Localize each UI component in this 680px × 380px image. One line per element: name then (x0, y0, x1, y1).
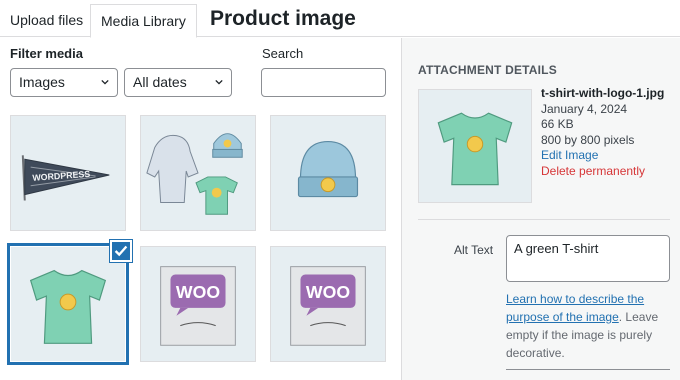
alt-text-field[interactable]: A green T-shirt (506, 235, 670, 282)
attachment-details-heading: ATTACHMENT DETAILS (418, 63, 557, 77)
attachment-filename: t-shirt-with-logo-1.jpg (541, 86, 665, 100)
media-item-t-shirt[interactable] (7, 243, 129, 365)
media-item-wordpress-pennant[interactable]: WORDPRESS (10, 115, 126, 231)
woo-single-image: WOO (160, 266, 236, 346)
attachment-thumbnail (418, 89, 532, 203)
attachment-date: January 4, 2024 (541, 101, 628, 116)
tab-media-library[interactable]: Media Library (90, 4, 197, 38)
media-type-select[interactable]: Images (10, 68, 118, 97)
next-field-edge (506, 369, 670, 370)
alt-text-label: Alt Text (454, 243, 494, 257)
media-date-select[interactable]: All dates (124, 68, 232, 97)
delete-permanently-link[interactable]: Delete permanently (541, 164, 664, 180)
t-shirt-image (29, 269, 107, 344)
media-browser: Filter media Search Images All dates WOR… (0, 38, 400, 380)
beanie-image (297, 140, 359, 198)
media-date-value: All dates (133, 74, 187, 90)
media-type-value: Images (19, 74, 65, 90)
attachment-dimensions: 800 by 800 pixels (541, 132, 635, 147)
svg-text:WOO: WOO (306, 282, 350, 302)
pennant-image: WORDPRESS (21, 155, 110, 201)
media-item-woo-single[interactable]: WOO (140, 246, 256, 362)
divider (418, 219, 670, 220)
attachment-details-panel: ATTACHMENT DETAILS t-shirt-with-logo-1.j… (401, 38, 680, 380)
hoodie-set-image (146, 133, 243, 215)
search-input[interactable] (261, 68, 386, 97)
woo-album-image: WOO (290, 266, 366, 346)
t-shirt-preview-image (437, 112, 513, 186)
media-item-hoodie-beanie-tshirt[interactable] (140, 115, 256, 231)
media-modal-header: Upload files Media Library Product image (0, 0, 680, 38)
media-item-woo-album[interactable]: WOO (270, 246, 386, 362)
alt-text-help: Learn how to describe the purpose of the… (506, 290, 676, 362)
svg-text:WOO: WOO (176, 282, 220, 302)
chevron-down-icon (101, 79, 109, 85)
search-label: Search (262, 46, 304, 61)
tab-upload-files[interactable]: Upload files (0, 4, 93, 38)
edit-image-link[interactable]: Edit Image (541, 148, 664, 164)
attachment-filesize: 66 KB (541, 117, 574, 131)
media-item-beanie[interactable] (270, 115, 386, 231)
attachment-info: t-shirt-with-logo-1.jpg January 4, 2024 … (541, 86, 664, 179)
selected-check-icon[interactable] (110, 240, 132, 262)
modal-title: Product image (210, 7, 356, 30)
chevron-down-icon (215, 79, 223, 85)
filter-media-label: Filter media (10, 46, 83, 61)
